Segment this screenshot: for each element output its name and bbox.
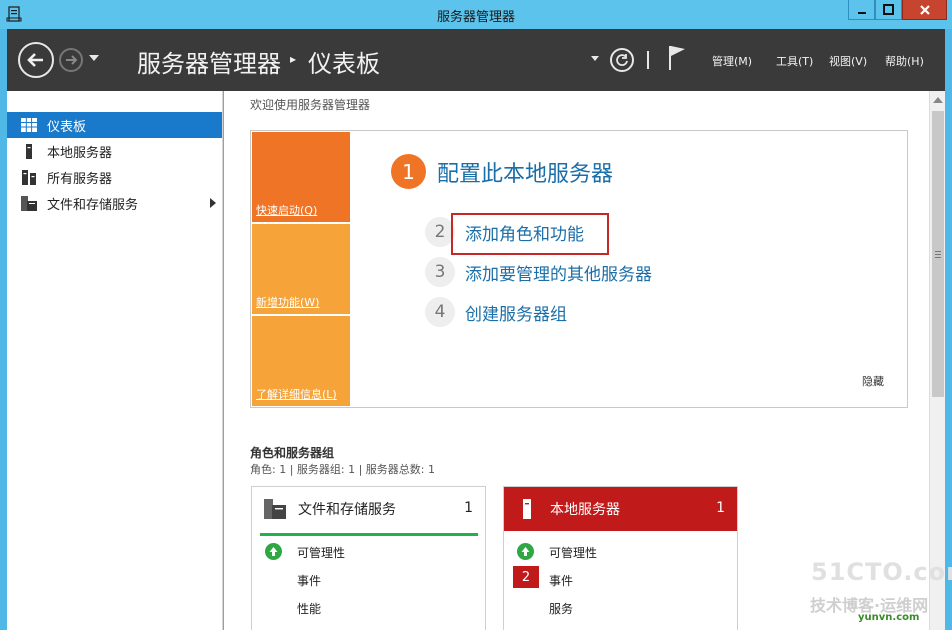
hide-link[interactable]: 隐藏 [862, 373, 884, 389]
server-icon [516, 498, 538, 520]
forward-arrow-icon [66, 55, 78, 65]
card-header[interactable]: 本地服务器 [504, 487, 737, 531]
add-other-servers-link[interactable]: 添加要管理的其他服务器 [465, 260, 652, 285]
menu-manage[interactable]: 管理(M) [712, 53, 752, 69]
menu-tools[interactable]: 工具(T) [776, 53, 813, 69]
card-row-events[interactable]: 事件 [549, 572, 573, 589]
sidebar-item-label: 文件和存储服务 [47, 197, 139, 213]
minimize-icon [857, 11, 866, 14]
sidebar-item-label: 仪表板 [47, 119, 87, 135]
breadcrumb-current-page: 仪表板 [308, 50, 380, 78]
sidebar-item-all-servers[interactable]: 所有服务器 [7, 164, 222, 190]
vertical-scrollbar[interactable] [929, 91, 945, 630]
file-storage-icon [264, 498, 286, 520]
role-card-local-server[interactable]: 本地服务器 1 可管理性 2 事件 服务 [503, 486, 738, 630]
card-count: 1 [464, 500, 473, 516]
breadcrumb-separator: ▸ [290, 52, 297, 66]
roles-title: 角色和服务器组 [250, 446, 335, 460]
welcome-title: 欢迎使用服务器管理器 [250, 98, 371, 112]
status-ok-icon [517, 543, 534, 560]
scroll-up-arrow-icon[interactable] [933, 97, 943, 103]
sidebar-item-file-storage[interactable]: 文件和存储服务 [7, 190, 222, 216]
card-row-manageability[interactable]: 可管理性 [549, 544, 597, 561]
tile-label: 快速启动(Q) [256, 204, 318, 217]
create-server-group-link[interactable]: 创建服务器组 [465, 300, 567, 325]
quick-start-panel: 快速启动(Q) 新增功能(W) 了解详细信息(L) 1 配置此本地服务器 2 添… [250, 130, 908, 408]
minimize-button[interactable] [848, 0, 875, 20]
header-divider [647, 51, 649, 69]
notifications-flag-icon[interactable] [667, 45, 687, 71]
card-row-manageability[interactable]: 可管理性 [297, 544, 345, 561]
close-button[interactable] [902, 0, 947, 20]
role-card-file-storage[interactable]: 文件和存储服务 1 可管理性 事件 性能 [251, 486, 486, 630]
dashboard-grid-icon [21, 117, 37, 133]
back-arrow-icon [27, 53, 43, 67]
watermark-logo: 51CTO.com [811, 558, 952, 586]
header-toolbar: 服务器管理器 ▸ 仪表板 管理(M) 工具(T) 视图(V) 帮助(H) [7, 29, 945, 91]
tile-learn-more[interactable]: 了解详细信息(L) [252, 316, 350, 406]
server-icon [21, 143, 37, 159]
step-number-4: 4 [425, 297, 455, 327]
file-storage-icon [21, 195, 37, 211]
title-bar: 服务器管理器 [0, 0, 952, 29]
maximize-icon [883, 4, 894, 15]
servers-icon [21, 169, 37, 185]
expand-arrow-icon[interactable] [210, 198, 216, 208]
step-number-1: 1 [391, 154, 426, 189]
tile-whats-new[interactable]: 新增功能(W) [252, 224, 350, 314]
scroll-grip [935, 251, 941, 252]
roles-summary: 角色: 1 | 服务器组: 1 | 服务器总数: 1 [250, 463, 436, 476]
event-count-badge: 2 [513, 566, 539, 588]
sidebar-item-dashboard[interactable]: 仪表板 [7, 112, 222, 138]
maximize-button[interactable] [875, 0, 902, 20]
sidebar-item-label: 所有服务器 [47, 171, 113, 187]
card-title: 文件和存储服务 [298, 502, 396, 518]
breadcrumb-root[interactable]: 服务器管理器 [137, 44, 281, 79]
tile-label: 新增功能(W) [256, 296, 320, 309]
card-row-services[interactable]: 服务 [549, 600, 573, 617]
close-icon [919, 4, 930, 15]
sidebar-item-label: 本地服务器 [47, 145, 113, 161]
card-title: 本地服务器 [550, 502, 620, 518]
forward-button[interactable] [59, 48, 83, 72]
back-button[interactable] [18, 42, 54, 78]
tile-quick-start[interactable]: 快速启动(Q) [252, 132, 350, 222]
refresh-icon [616, 54, 628, 66]
main-content: 欢迎使用服务器管理器 快速启动(Q) 新增功能(W) 了解详细信息(L) 1 配… [224, 91, 929, 630]
status-line [260, 533, 478, 536]
status-ok-icon [265, 543, 282, 560]
menu-view[interactable]: 视图(V) [829, 53, 867, 69]
card-count: 1 [716, 500, 725, 516]
header-dropdown-icon[interactable] [591, 56, 599, 61]
watermark-url: yunvn.com [858, 612, 920, 623]
sidebar: 仪表板 本地服务器 所有服务器 文件和存储服务 [7, 91, 223, 630]
card-header[interactable]: 文件和存储服务 [252, 487, 485, 531]
step-number-3: 3 [425, 257, 455, 287]
configure-local-server-link[interactable]: 配置此本地服务器 [437, 156, 613, 188]
history-dropdown-icon[interactable] [89, 55, 99, 61]
menu-help[interactable]: 帮助(H) [885, 53, 924, 69]
highlight-box [451, 213, 609, 255]
card-row-events[interactable]: 事件 [297, 572, 321, 589]
sidebar-item-local-server[interactable]: 本地服务器 [7, 138, 222, 164]
scroll-thumb[interactable] [932, 111, 944, 397]
window-title: 服务器管理器 [436, 10, 515, 25]
refresh-button[interactable] [610, 48, 634, 72]
card-row-performance[interactable]: 性能 [297, 600, 321, 617]
tile-label: 了解详细信息(L) [256, 388, 337, 401]
